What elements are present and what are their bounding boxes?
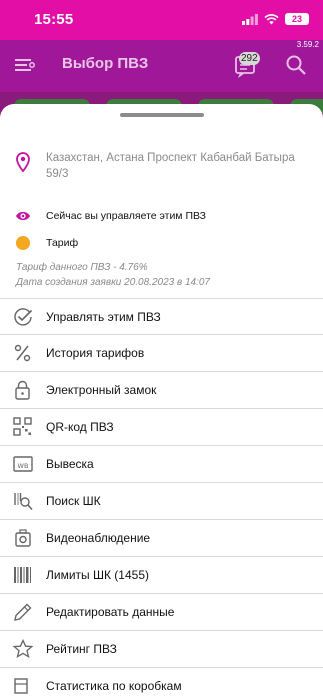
menu-item-label: Управлять этим ПВЗ: [46, 310, 161, 324]
menu-item-barcode-limits[interactable]: Лимиты ШК (1455): [0, 557, 323, 594]
menu-item-label: Вывеска: [46, 457, 94, 471]
menu-item-label: QR-код ПВЗ: [46, 420, 114, 434]
menu-item-label: Статистика по коробкам: [46, 679, 182, 693]
sheet-drag-handle[interactable]: [120, 113, 204, 117]
percent-icon: [14, 344, 31, 362]
camera-icon: [15, 529, 31, 547]
menu-item-label: Рейтинг ПВЗ: [46, 642, 117, 656]
tariff-label: Тариф: [46, 237, 79, 249]
menu-item-label: Поиск ШК: [46, 494, 101, 508]
created-info: Дата создания заявки 20.08.2023 в 14:07: [16, 277, 210, 288]
search-icon[interactable]: [285, 54, 307, 76]
menu-item-barcode-search[interactable]: Поиск ШК: [0, 483, 323, 520]
menu-item-edit-data[interactable]: Редактировать данные: [0, 594, 323, 631]
menu-item-signboard[interactable]: WB Вывеска: [0, 446, 323, 483]
status-time: 15:55: [34, 11, 74, 28]
tariff-coin-icon: [16, 236, 30, 250]
eye-icon: [16, 211, 30, 221]
menu-item-label: Электронный замок: [46, 383, 157, 397]
signboard-icon: WB: [13, 456, 33, 472]
page-title: Выбор ПВЗ: [62, 55, 149, 72]
manage-note: Сейчас вы управляете этим ПВЗ: [46, 210, 206, 222]
menu-item-electronic-lock[interactable]: Электронный замок: [0, 372, 323, 409]
menu-item-manage[interactable]: Управлять этим ПВЗ: [0, 298, 323, 335]
pencil-icon: [14, 603, 32, 621]
menu-item-label: Редактировать данные: [46, 605, 175, 619]
wifi-icon: [264, 13, 279, 24]
signal-icon: [242, 13, 258, 25]
tariff-row: Тариф: [0, 235, 323, 253]
lock-icon: [15, 380, 30, 400]
menu-item-box-statistics[interactable]: Статистика по коробкам: [0, 668, 323, 699]
pvz-menu: Управлять этим ПВЗ История тарифов Элект…: [0, 298, 323, 699]
menu-filter-icon[interactable]: [14, 55, 36, 75]
pvz-bottom-sheet: Казахстан, Астана Проспект Кабанбай Баты…: [0, 104, 323, 699]
menu-item-label: Видеонаблюдение: [46, 531, 151, 545]
svg-text:WB: WB: [18, 462, 29, 470]
barcode-icon: [14, 567, 31, 583]
app-version: 3.59.2: [296, 40, 319, 49]
tariff-info: Тариф данного ПВЗ - 4.76%: [16, 262, 148, 273]
status-bar: 15:55 23: [0, 0, 323, 40]
location-pin-icon: [16, 152, 30, 172]
status-icons: 23: [242, 13, 309, 25]
pvz-address: Казахстан, Астана Проспект Кабанбай Баты…: [46, 152, 295, 180]
box-stats-icon: [14, 678, 28, 694]
menu-item-tariff-history[interactable]: История тарифов: [0, 335, 323, 372]
address-row: Казахстан, Астана Проспект Кабанбай Баты…: [0, 150, 323, 190]
qr-code-icon: [13, 417, 32, 436]
messages-badge: 292: [239, 52, 260, 65]
menu-item-label: История тарифов: [46, 346, 145, 360]
star-icon: [12, 639, 34, 659]
menu-item-video-surveillance[interactable]: Видеонаблюдение: [0, 520, 323, 557]
menu-item-label: Лимиты ШК (1455): [46, 568, 149, 582]
menu-item-pvz-rating[interactable]: Рейтинг ПВЗ: [0, 631, 323, 668]
check-circle-icon: [14, 308, 33, 326]
barcode-search-icon: [14, 493, 33, 511]
app-bar: Выбор ПВЗ 292 3.59.2: [0, 40, 323, 92]
menu-item-qr-code[interactable]: QR-код ПВЗ: [0, 409, 323, 446]
manage-status-row: Сейчас вы управляете этим ПВЗ: [0, 208, 323, 226]
battery-icon: 23: [285, 13, 309, 25]
